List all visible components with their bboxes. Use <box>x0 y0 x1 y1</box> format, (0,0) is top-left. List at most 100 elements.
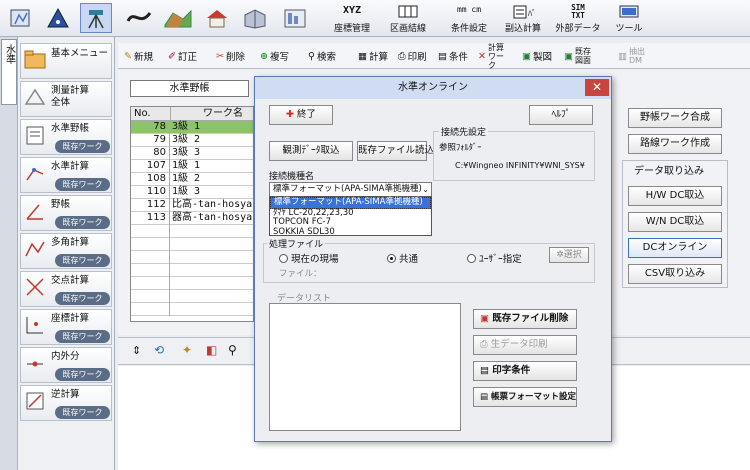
table-row[interactable] <box>131 290 253 303</box>
calc-work-button[interactable]: ✕ 計算ワーク <box>478 43 508 70</box>
route-work-button[interactable]: 路線ワーク作成 <box>628 134 722 154</box>
existing-work-badge[interactable]: 既存ワーク <box>55 292 110 305</box>
column-header-no[interactable]: No. <box>131 107 171 121</box>
existing-work-badge[interactable]: 既存ワーク <box>55 140 110 153</box>
external-data-button[interactable]: SIM TXT 外部データ <box>552 3 604 35</box>
model-select[interactable]: 標準フォーマット(APA-SIMA準拠機種) ⌄ <box>269 182 432 197</box>
radio-common[interactable]: 共通 <box>387 251 418 265</box>
table-row[interactable]: 78 3級 1 <box>131 121 253 134</box>
delete-file-button[interactable]: ▣ 既存ファイル削除 <box>473 309 577 329</box>
table-row[interactable] <box>131 264 253 277</box>
panel-button[interactable] <box>278 3 312 33</box>
table-row[interactable] <box>131 277 253 290</box>
condition-button[interactable]: ▤ 条件 <box>438 46 468 66</box>
existing-work-badge[interactable]: 既存ワーク <box>55 254 110 267</box>
tool-button[interactable]: ツール <box>608 3 650 34</box>
condition-settings-button[interactable]: mm cm 条件設定 <box>444 3 494 34</box>
terrain-button[interactable] <box>160 3 196 33</box>
copy-button[interactable]: ⊕ 複写 <box>260 46 289 66</box>
survey-triangle-button[interactable] <box>42 3 74 33</box>
calc-toolbar-button[interactable]: ▦ 計算 <box>358 46 388 66</box>
sidebar-item-traverse-calc[interactable]: 多角計算 既存ワーク <box>20 233 112 269</box>
calc-icon: ﾊﾞ <box>513 5 534 19</box>
tab-leveling[interactable]: 水準 <box>1 39 17 105</box>
dropdown-option[interactable]: 標準フォーマット(APA-SIMA準拠機種) <box>270 197 431 209</box>
map-view-button[interactable] <box>4 3 36 33</box>
structure-button[interactable] <box>238 3 272 33</box>
building-button[interactable] <box>200 3 234 33</box>
csv-import-button[interactable]: CSV取り込み <box>628 264 722 284</box>
select-tool-icon[interactable]: ◧ <box>206 343 217 357</box>
work-merge-button[interactable]: 野帳ワーク合成 <box>628 108 722 128</box>
existing-work-badge[interactable]: 既存ワーク <box>55 330 110 343</box>
column-header-work-name[interactable]: ワーク名 <box>171 107 253 121</box>
table-row[interactable] <box>131 238 253 251</box>
print-button[interactable]: ⎙ 印刷 <box>398 46 427 66</box>
brush-icon: ✐ <box>168 50 176 62</box>
table-row[interactable]: 80 3級 3 <box>131 147 253 160</box>
select-button[interactable]: ✲選択 <box>549 247 589 263</box>
coordinate-management-button[interactable]: XYZ 座標管理 <box>328 3 376 34</box>
sidebar-item-intersection-calc[interactable]: 交点計算 既存ワーク <box>20 271 112 307</box>
leveling-button[interactable] <box>80 3 112 33</box>
table-row[interactable]: 110 1級 3 <box>131 186 253 199</box>
hw-dc-import-button[interactable]: H/W DC取込 <box>628 186 722 206</box>
triangle-icon <box>47 7 69 28</box>
file-label: ファイル： <box>279 269 322 279</box>
wn-dc-import-button[interactable]: W/N DC取込 <box>628 212 722 232</box>
sidebar-item-level-calc[interactable]: 水準計算 既存ワーク <box>20 157 112 193</box>
table-row[interactable]: 79 3級 2 <box>131 134 253 147</box>
dropdown-option[interactable]: SOKKIA SDL30 <box>270 227 431 238</box>
search-button[interactable]: ⚲ 検索 <box>308 46 336 66</box>
delete-button[interactable]: ✂ 削除 <box>216 46 245 66</box>
sidebar-item-basic-menu[interactable]: 基本メニュー <box>20 43 112 79</box>
table-row[interactable]: 113 器高-tan-hosya <box>131 212 253 225</box>
edit-button[interactable]: ✐ 訂正 <box>168 46 197 66</box>
existing-work-badge[interactable]: 既存ワーク <box>55 368 110 381</box>
existing-drawing-button[interactable]: ▣ 既存図面 <box>564 46 593 66</box>
table-row[interactable] <box>131 251 253 264</box>
data-list[interactable] <box>269 303 461 431</box>
chevron-down-icon[interactable]: ⌄ <box>422 183 429 196</box>
sidebar-item-inverse-calc[interactable]: 逆計算 既存ワーク <box>20 385 112 421</box>
design-button[interactable] <box>122 3 156 33</box>
sidebar-item-division[interactable]: 内外分 既存ワーク <box>20 347 112 383</box>
new-button[interactable]: ✎ 新規 <box>124 46 153 66</box>
existing-work-badge[interactable]: 既存ワーク <box>55 216 110 229</box>
table-row[interactable]: 107 1級 1 <box>131 160 253 173</box>
zoom-icon[interactable]: ⚲ <box>228 343 237 357</box>
star-tool-icon[interactable]: ✦ <box>182 343 192 357</box>
rotate-icon[interactable]: ⟲ <box>154 343 164 357</box>
table-row[interactable] <box>131 225 253 238</box>
help-button[interactable]: ﾍﾙﾌﾟ <box>529 105 593 125</box>
raw-data-print-button[interactable]: ⎙ 生データ印刷 <box>473 335 577 355</box>
drafting-button[interactable]: ▣ 製図 <box>522 46 552 66</box>
parcel-connection-button[interactable]: 区画結線 <box>384 3 432 34</box>
sidebar-item-label: 逆計算 <box>51 389 80 400</box>
format-setting-button[interactable]: ▤ 帳票フォーマット設定 <box>473 387 577 407</box>
existing-work-badge[interactable]: 既存ワーク <box>55 178 110 191</box>
table-row[interactable]: 112 比高-tan-hosya <box>131 199 253 212</box>
table-row[interactable] <box>131 303 253 316</box>
existing-file-load-button[interactable]: 既存ファイル読込 <box>357 141 434 161</box>
close-icon[interactable]: ✕ <box>585 79 609 96</box>
sidebar-item-coordinate-calc[interactable]: 座標計算 既存ワーク <box>20 309 112 345</box>
observe-data-load-button[interactable]: 観測ﾃﾞｰﾀ取込 <box>269 141 353 161</box>
calc-button[interactable]: ﾊﾞ 副込計算 <box>498 3 548 34</box>
units-icon: mm cm <box>456 5 482 14</box>
print-condition-button[interactable]: ▤ 印字条件 <box>473 361 577 381</box>
dc-online-button[interactable]: DCオンライン <box>628 238 722 258</box>
export-dm-button[interactable]: ▥ 抽出DM <box>618 46 649 66</box>
radio-user-specified[interactable]: ﾕｰｻﾞｰ指定 <box>467 251 522 265</box>
end-button[interactable]: ✚ 終了 <box>269 105 333 125</box>
existing-work-badge[interactable]: 既存ワーク <box>55 406 110 419</box>
sidebar-item-label: 多角計算 <box>51 237 90 248</box>
scroll-arrows-icon[interactable]: ⇕ <box>132 344 141 357</box>
sidebar-item-level-book[interactable]: 水準野帳 既存ワーク <box>20 119 112 155</box>
sidebar-item-field-book[interactable]: 野帳 既存ワーク <box>20 195 112 231</box>
house-icon <box>207 10 227 28</box>
survey-icon <box>24 88 46 105</box>
table-row[interactable]: 108 1級 2 <box>131 173 253 186</box>
sidebar-item-survey-calc[interactable]: 測量計算 全体 <box>20 81 112 117</box>
radio-current-site[interactable]: 現在の現場 <box>279 251 339 265</box>
